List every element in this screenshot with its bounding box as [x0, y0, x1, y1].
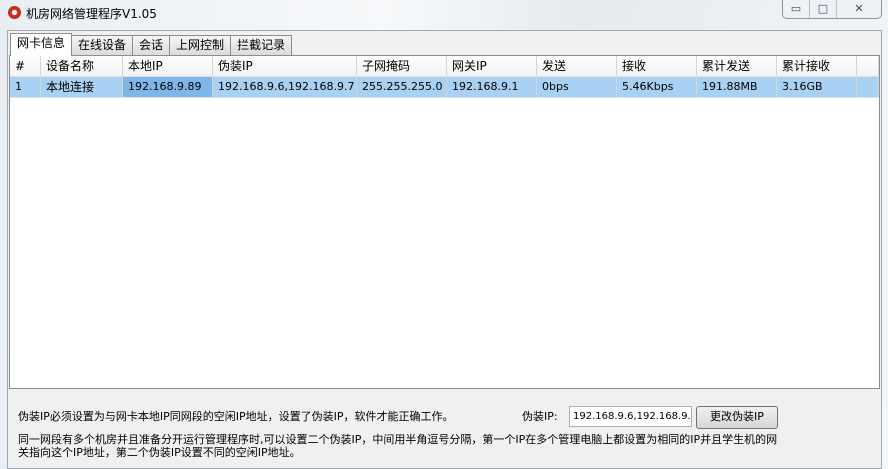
- cell-total-received: 3.16GB: [777, 77, 857, 97]
- cell-subnet-mask: 255.255.255.0: [357, 77, 447, 97]
- col-header[interactable]: 网关IP: [447, 56, 537, 76]
- window-controls: ▭ □ ✕: [782, 0, 882, 19]
- close-button[interactable]: ✕: [836, 0, 881, 18]
- cell-filler: [857, 77, 879, 97]
- tab-internet-control[interactable]: 上网控制: [169, 35, 232, 55]
- col-header[interactable]: 累计发送: [697, 56, 777, 76]
- window-title: 机房网络管理程序V1.05: [26, 7, 157, 21]
- col-header-filler: [857, 56, 879, 76]
- cell-gateway-ip: 192.168.9.1: [447, 77, 537, 97]
- nic-table: # 设备名称 本地IP 伪装IP 子网掩码 网关IP 发送 接收 累计发送 累计…: [9, 55, 880, 389]
- fake-ip-label: 伪装IP:: [522, 410, 558, 423]
- col-header[interactable]: 本地IP: [123, 56, 213, 76]
- tab-online-devices[interactable]: 在线设备: [71, 35, 134, 55]
- col-header[interactable]: 发送: [537, 56, 617, 76]
- tab-sessions[interactable]: 会话: [132, 35, 171, 55]
- multi-room-note: 同一网段有多个机房并且准备分开运行管理程序时,可以设置二个伪装IP，中间用半角逗…: [18, 433, 778, 459]
- minimize-button[interactable]: ▭: [783, 0, 809, 18]
- col-header[interactable]: 伪装IP: [213, 56, 357, 76]
- cell-index: 1: [10, 77, 41, 97]
- change-fake-ip-button[interactable]: 更改伪装IP: [696, 406, 778, 429]
- tab-bar: 网卡信息 在线设备 会话 上网控制 拦截记录: [10, 33, 293, 56]
- table-row[interactable]: 1 本地连接 192.168.9.89 192.168.9.6,192.168.…: [10, 77, 879, 98]
- col-header[interactable]: 设备名称: [41, 56, 123, 76]
- col-header[interactable]: #: [10, 56, 41, 76]
- col-header[interactable]: 子网掩码: [357, 56, 447, 76]
- cell-fake-ip: 192.168.9.6,192.168.9.7: [213, 77, 357, 97]
- col-header[interactable]: 接收: [617, 56, 697, 76]
- tab-nic-info[interactable]: 网卡信息: [10, 33, 73, 56]
- fake-ip-input[interactable]: 192.168.9.6,192.168.9.7: [569, 406, 692, 427]
- tab-block-log[interactable]: 拦截记录: [230, 35, 293, 55]
- cell-receive: 5.46Kbps: [617, 77, 697, 97]
- cell-device-name: 本地连接: [41, 77, 123, 97]
- cell-local-ip: 192.168.9.89: [123, 77, 213, 97]
- cell-total-sent: 191.88MB: [697, 77, 777, 97]
- cell-send: 0bps: [537, 77, 617, 97]
- table-header: # 设备名称 本地IP 伪装IP 子网掩码 网关IP 发送 接收 累计发送 累计…: [10, 56, 879, 77]
- app-icon: [8, 6, 21, 19]
- col-header[interactable]: 累计接收: [777, 56, 857, 76]
- maximize-button[interactable]: □: [809, 0, 836, 18]
- fake-ip-note: 伪装IP必须设置为与网卡本地IP同网段的空闲IP地址，设置了伪装IP，软件才能正…: [18, 410, 454, 423]
- main-panel: 网卡信息 在线设备 会话 上网控制 拦截记录 # 设备名称 本地IP 伪装IP …: [7, 30, 882, 469]
